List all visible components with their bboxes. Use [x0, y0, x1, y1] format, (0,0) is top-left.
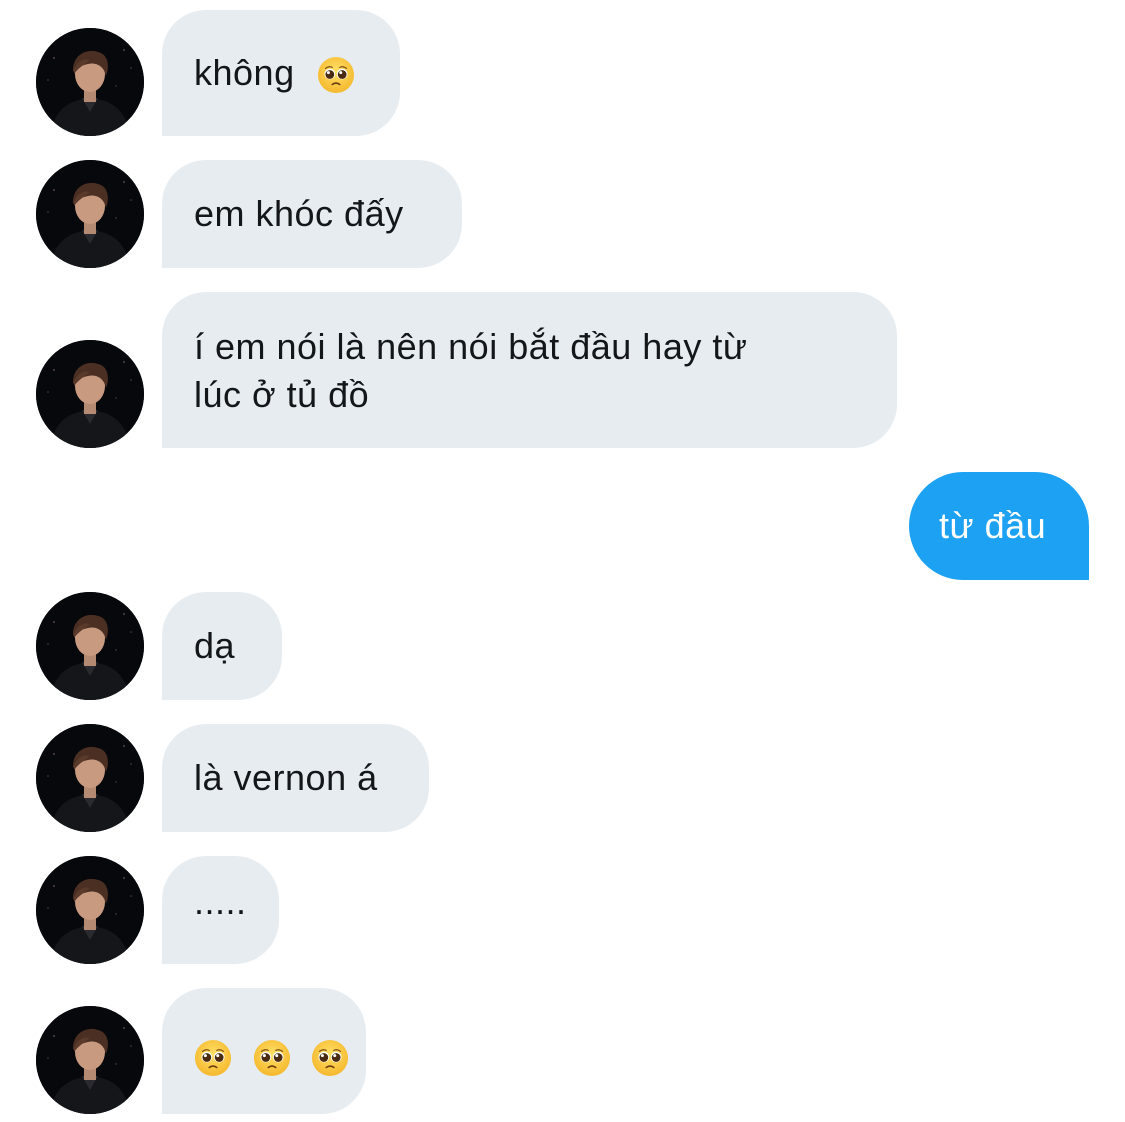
message-text: từ đầu	[939, 505, 1047, 546]
message-text: là vernon á	[194, 757, 378, 798]
profile-photo-icon	[36, 160, 144, 268]
avatar[interactable]	[36, 856, 144, 964]
incoming-message-bubble[interactable]: í em nói là nên nói bắt đầu hay từ lúc ở…	[162, 292, 897, 448]
pleading-face-emoji-icon	[311, 1039, 349, 1077]
pleading-face-emoji-icon	[194, 1039, 232, 1077]
message-text: .....	[194, 881, 247, 922]
message-text-line: í em nói là nên nói bắt đầu hay từ	[194, 326, 748, 367]
profile-photo-icon	[36, 856, 144, 964]
outgoing-message-bubble[interactable]: từ đầu	[909, 472, 1089, 580]
profile-photo-icon	[36, 340, 144, 448]
message-text: không	[194, 52, 295, 93]
message-text: em khóc đấy	[194, 193, 404, 234]
avatar[interactable]	[36, 160, 144, 268]
profile-photo-icon	[36, 592, 144, 700]
avatar[interactable]	[36, 1006, 144, 1114]
profile-photo-icon	[36, 1006, 144, 1114]
incoming-message-bubble[interactable]: dạ	[162, 592, 282, 700]
message-text-line: lúc ở tủ đồ	[194, 374, 370, 415]
incoming-message-bubble[interactable]: em khóc đấy	[162, 160, 462, 268]
incoming-message-bubble[interactable]: không	[162, 10, 400, 136]
pleading-face-emoji-icon	[317, 56, 355, 94]
incoming-message-bubble[interactable]	[162, 988, 366, 1114]
message-text: dạ	[194, 625, 236, 666]
incoming-message-bubble[interactable]: là vernon á	[162, 724, 429, 832]
avatar[interactable]	[36, 340, 144, 448]
pleading-face-emoji-icon	[253, 1039, 291, 1077]
avatar[interactable]	[36, 28, 144, 136]
profile-photo-icon	[36, 28, 144, 136]
profile-photo-icon	[36, 724, 144, 832]
incoming-message-bubble[interactable]: .....	[162, 856, 279, 964]
avatar[interactable]	[36, 724, 144, 832]
avatar[interactable]	[36, 592, 144, 700]
